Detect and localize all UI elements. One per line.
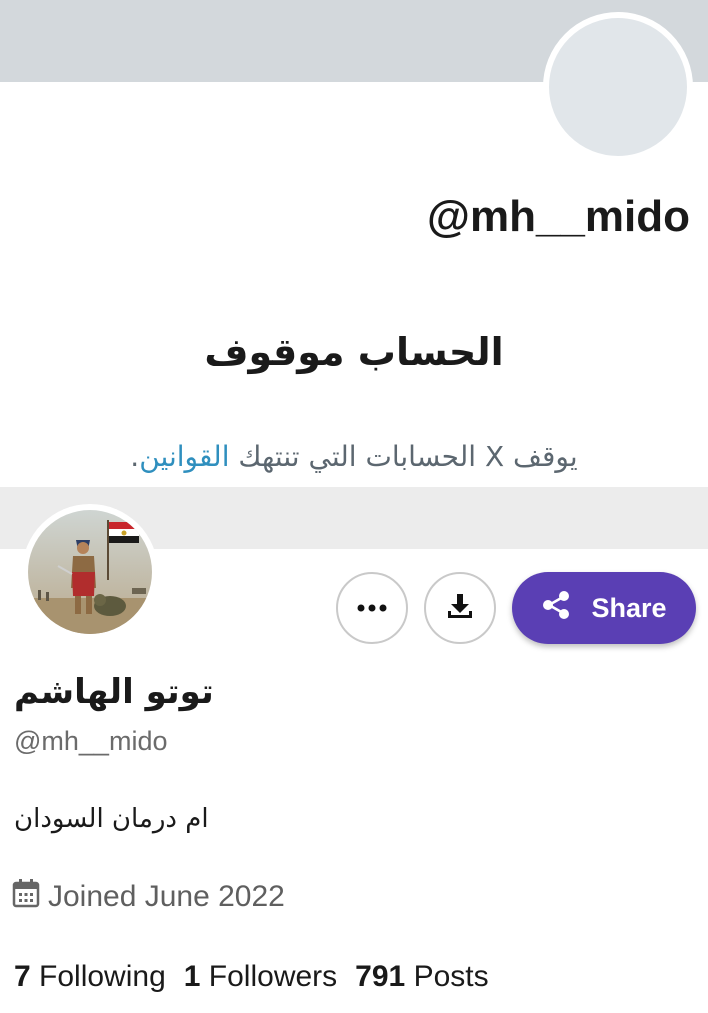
followers-label: Followers [208,960,338,993]
rules-link[interactable]: القوانين [139,440,229,473]
share-label: Share [591,592,667,623]
following-stat[interactable]: 7 Following [14,960,166,994]
followers-stat[interactable]: 1 Followers [184,960,337,994]
posts-stat[interactable]: 791 Posts [355,960,488,994]
download-button[interactable] [424,572,496,644]
profile-stats: 7 Following 1 Followers 791 Posts [14,960,489,994]
suspended-note-period: . [130,440,140,473]
suspended-handle: @mh__mido [427,192,690,241]
username: @mh__mido [14,726,168,756]
more-horizontal-icon [357,599,387,617]
suspended-avatar [543,12,693,162]
display-name: توتو الهاشم [14,672,214,712]
suspended-note: يوقف X الحسابات التي تنتهك القوانين. [0,440,708,473]
bio: ام درمان السودان [14,804,209,834]
calendar-icon [12,878,40,916]
joined-date: Joined June 2022 [12,878,285,916]
share-icon [541,590,571,627]
following-count: 7 [14,960,31,993]
followers-count: 1 [183,960,201,993]
download-icon [445,591,475,626]
joined-text: Joined June 2022 [48,880,285,913]
posts-count: 791 [355,960,406,993]
posts-label: Posts [413,960,489,993]
suspended-title: الحساب موقوف [204,330,504,374]
profile-actions: Share [336,572,696,644]
more-button[interactable] [336,572,408,644]
following-label: Following [39,960,166,993]
suspended-note-text: يوقف X الحسابات التي تنتهك [229,440,578,473]
avatar[interactable] [22,504,158,640]
share-button[interactable]: Share [512,572,696,644]
avatar-image [28,510,152,634]
